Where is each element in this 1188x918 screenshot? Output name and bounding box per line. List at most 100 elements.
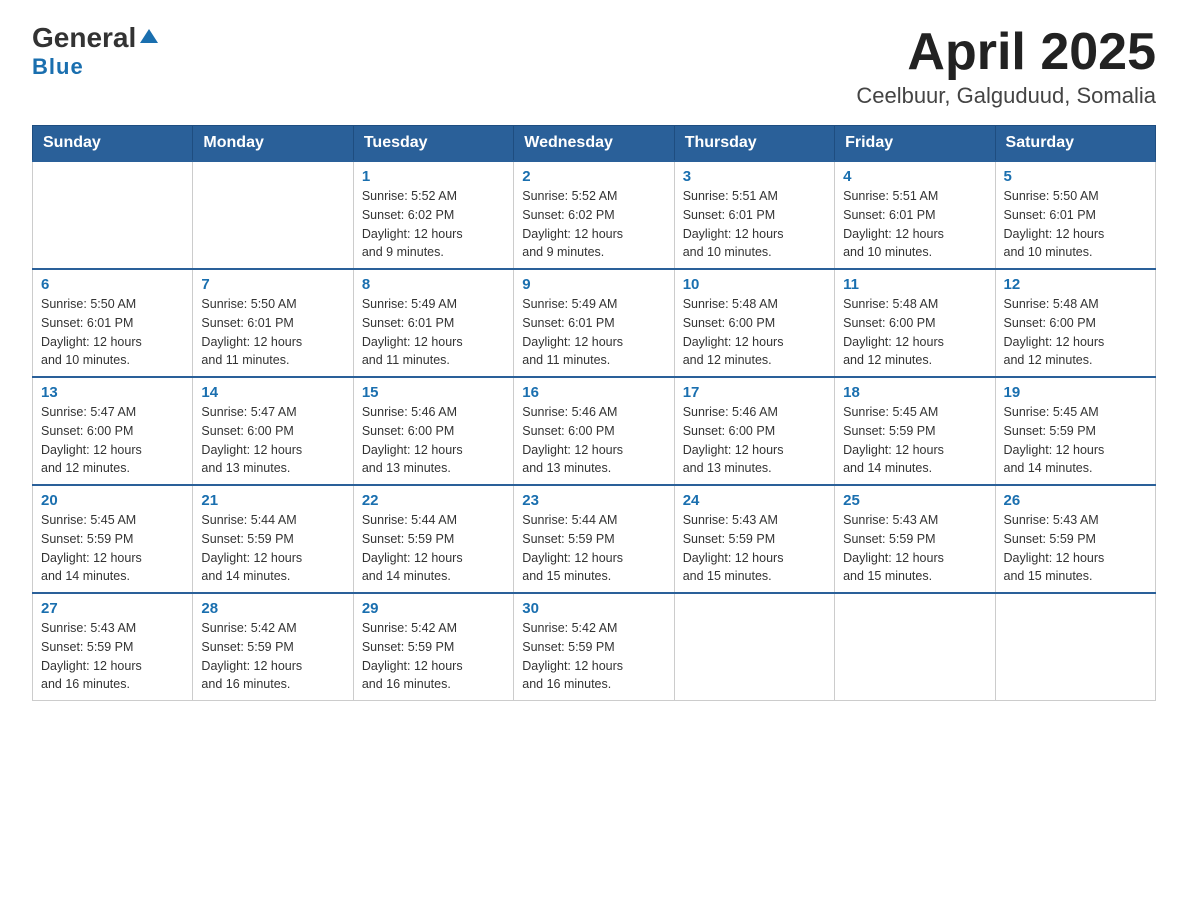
day-number: 3: [683, 168, 826, 185]
day-number: 9: [522, 276, 665, 293]
calendar-cell: 21Sunrise: 5:44 AMSunset: 5:59 PMDayligh…: [193, 485, 353, 593]
calendar-cell: 23Sunrise: 5:44 AMSunset: 5:59 PMDayligh…: [514, 485, 674, 593]
day-info: Sunrise: 5:42 AMSunset: 5:59 PMDaylight:…: [362, 619, 505, 694]
day-info: Sunrise: 5:47 AMSunset: 6:00 PMDaylight:…: [41, 403, 184, 478]
calendar-cell: 1 Sunrise: 5:52 AMSunset: 6:02 PMDaylight…: [353, 161, 513, 269]
column-header-sunday: Sunday: [33, 126, 193, 162]
calendar-cell: 15 Sunrise: 5:46 AMSunset: 6:00 PMDayligh…: [353, 377, 513, 485]
day-info: Sunrise: 5:42 AMSunset: 5:59 PMDaylight:…: [522, 619, 665, 694]
day-number: 29: [362, 600, 505, 617]
calendar-cell: 19 Sunrise: 5:45 AMSunset: 5:59 PMDayligh…: [995, 377, 1155, 485]
day-number: 12: [1004, 276, 1147, 293]
column-header-wednesday: Wednesday: [514, 126, 674, 162]
day-info: Sunrise: 5:45 AMSunset: 5:59 PMDaylight:…: [1004, 403, 1147, 478]
title-block: April 2025 Ceelbuur, Galguduud, Somalia: [856, 24, 1156, 109]
page-subtitle: Ceelbuur, Galguduud, Somalia: [856, 83, 1156, 109]
day-info: Sunrise: 5:45 AMSunset: 5:59 PMDaylight:…: [843, 403, 986, 478]
day-info: Sunrise: 5:52 AMSunset: 6:02 PMDaylight:…: [362, 187, 505, 262]
day-info: Sunrise: 5:46 AMSunset: 6:00 PMDaylight:…: [683, 403, 826, 478]
logo: General Blue: [32, 24, 160, 80]
calendar-cell: 10Sunrise: 5:48 AMSunset: 6:00 PMDayligh…: [674, 269, 834, 377]
calendar-cell: 5 Sunrise: 5:50 AMSunset: 6:01 PMDaylight…: [995, 161, 1155, 269]
day-info: Sunrise: 5:51 AMSunset: 6:01 PMDaylight:…: [843, 187, 986, 262]
calendar-cell: 3Sunrise: 5:51 AMSunset: 6:01 PMDaylight…: [674, 161, 834, 269]
calendar-cell: 7 Sunrise: 5:50 AMSunset: 6:01 PMDaylight…: [193, 269, 353, 377]
calendar-cell: 27 Sunrise: 5:43 AMSunset: 5:59 PMDayligh…: [33, 593, 193, 701]
day-info: Sunrise: 5:44 AMSunset: 5:59 PMDaylight:…: [522, 511, 665, 586]
day-info: Sunrise: 5:46 AMSunset: 6:00 PMDaylight:…: [362, 403, 505, 478]
column-header-monday: Monday: [193, 126, 353, 162]
day-number: 16: [522, 384, 665, 401]
day-number: 20: [41, 492, 184, 509]
day-info: Sunrise: 5:52 AMSunset: 6:02 PMDaylight:…: [522, 187, 665, 262]
day-number: 4: [843, 168, 986, 185]
day-number: 2: [522, 168, 665, 185]
calendar-week-row: 1 Sunrise: 5:52 AMSunset: 6:02 PMDaylight…: [33, 161, 1156, 269]
calendar-cell: [674, 593, 834, 701]
calendar-header-row: SundayMondayTuesdayWednesdayThursdayFrid…: [33, 126, 1156, 162]
day-info: Sunrise: 5:48 AMSunset: 6:00 PMDaylight:…: [843, 295, 986, 370]
day-number: 15: [362, 384, 505, 401]
calendar-table: SundayMondayTuesdayWednesdayThursdayFrid…: [32, 125, 1156, 701]
column-header-tuesday: Tuesday: [353, 126, 513, 162]
day-info: Sunrise: 5:45 AMSunset: 5:59 PMDaylight:…: [41, 511, 184, 586]
calendar-cell: 2 Sunrise: 5:52 AMSunset: 6:02 PMDaylight…: [514, 161, 674, 269]
calendar-cell: [193, 161, 353, 269]
day-info: Sunrise: 5:49 AMSunset: 6:01 PMDaylight:…: [362, 295, 505, 370]
day-number: 22: [362, 492, 505, 509]
calendar-cell: 30 Sunrise: 5:42 AMSunset: 5:59 PMDayligh…: [514, 593, 674, 701]
calendar-cell: 9 Sunrise: 5:49 AMSunset: 6:01 PMDaylight…: [514, 269, 674, 377]
calendar-cell: 29 Sunrise: 5:42 AMSunset: 5:59 PMDayligh…: [353, 593, 513, 701]
calendar-week-row: 13 Sunrise: 5:47 AMSunset: 6:00 PMDayligh…: [33, 377, 1156, 485]
calendar-cell: [995, 593, 1155, 701]
calendar-cell: 22 Sunrise: 5:44 AMSunset: 5:59 PMDayligh…: [353, 485, 513, 593]
day-number: 30: [522, 600, 665, 617]
page-header: General Blue April 2025 Ceelbuur, Galgud…: [32, 24, 1156, 109]
calendar-week-row: 27 Sunrise: 5:43 AMSunset: 5:59 PMDayligh…: [33, 593, 1156, 701]
calendar-cell: 18Sunrise: 5:45 AMSunset: 5:59 PMDayligh…: [835, 377, 995, 485]
calendar-cell: 14Sunrise: 5:47 AMSunset: 6:00 PMDayligh…: [193, 377, 353, 485]
day-number: 8: [362, 276, 505, 293]
day-info: Sunrise: 5:50 AMSunset: 6:01 PMDaylight:…: [41, 295, 184, 370]
day-info: Sunrise: 5:43 AMSunset: 5:59 PMDaylight:…: [683, 511, 826, 586]
logo-general: General: [32, 24, 136, 52]
calendar-cell: 17 Sunrise: 5:46 AMSunset: 6:00 PMDayligh…: [674, 377, 834, 485]
calendar-cell: 6 Sunrise: 5:50 AMSunset: 6:01 PMDaylight…: [33, 269, 193, 377]
day-number: 24: [683, 492, 826, 509]
calendar-cell: 24 Sunrise: 5:43 AMSunset: 5:59 PMDayligh…: [674, 485, 834, 593]
calendar-week-row: 20 Sunrise: 5:45 AMSunset: 5:59 PMDayligh…: [33, 485, 1156, 593]
day-number: 1: [362, 168, 505, 185]
day-number: 19: [1004, 384, 1147, 401]
day-info: Sunrise: 5:44 AMSunset: 5:59 PMDaylight:…: [362, 511, 505, 586]
day-info: Sunrise: 5:43 AMSunset: 5:59 PMDaylight:…: [41, 619, 184, 694]
day-number: 11: [843, 276, 986, 293]
day-number: 28: [201, 600, 344, 617]
day-number: 7: [201, 276, 344, 293]
day-number: 5: [1004, 168, 1147, 185]
calendar-cell: 13 Sunrise: 5:47 AMSunset: 6:00 PMDayligh…: [33, 377, 193, 485]
day-number: 10: [683, 276, 826, 293]
day-number: 27: [41, 600, 184, 617]
calendar-cell: 12Sunrise: 5:48 AMSunset: 6:00 PMDayligh…: [995, 269, 1155, 377]
day-info: Sunrise: 5:50 AMSunset: 6:01 PMDaylight:…: [1004, 187, 1147, 262]
day-info: Sunrise: 5:49 AMSunset: 6:01 PMDaylight:…: [522, 295, 665, 370]
calendar-week-row: 6 Sunrise: 5:50 AMSunset: 6:01 PMDaylight…: [33, 269, 1156, 377]
day-info: Sunrise: 5:46 AMSunset: 6:00 PMDaylight:…: [522, 403, 665, 478]
calendar-cell: 4 Sunrise: 5:51 AMSunset: 6:01 PMDaylight…: [835, 161, 995, 269]
calendar-cell: 28 Sunrise: 5:42 AMSunset: 5:59 PMDayligh…: [193, 593, 353, 701]
day-number: 6: [41, 276, 184, 293]
calendar-cell: 8 Sunrise: 5:49 AMSunset: 6:01 PMDaylight…: [353, 269, 513, 377]
day-info: Sunrise: 5:42 AMSunset: 5:59 PMDaylight:…: [201, 619, 344, 694]
logo-blue: Blue: [32, 54, 84, 80]
day-number: 17: [683, 384, 826, 401]
calendar-cell: 26Sunrise: 5:43 AMSunset: 5:59 PMDayligh…: [995, 485, 1155, 593]
calendar-cell: [835, 593, 995, 701]
column-header-thursday: Thursday: [674, 126, 834, 162]
day-info: Sunrise: 5:50 AMSunset: 6:01 PMDaylight:…: [201, 295, 344, 370]
calendar-cell: [33, 161, 193, 269]
calendar-cell: 20 Sunrise: 5:45 AMSunset: 5:59 PMDayligh…: [33, 485, 193, 593]
column-header-saturday: Saturday: [995, 126, 1155, 162]
day-number: 13: [41, 384, 184, 401]
day-number: 25: [843, 492, 986, 509]
calendar-cell: 16 Sunrise: 5:46 AMSunset: 6:00 PMDayligh…: [514, 377, 674, 485]
